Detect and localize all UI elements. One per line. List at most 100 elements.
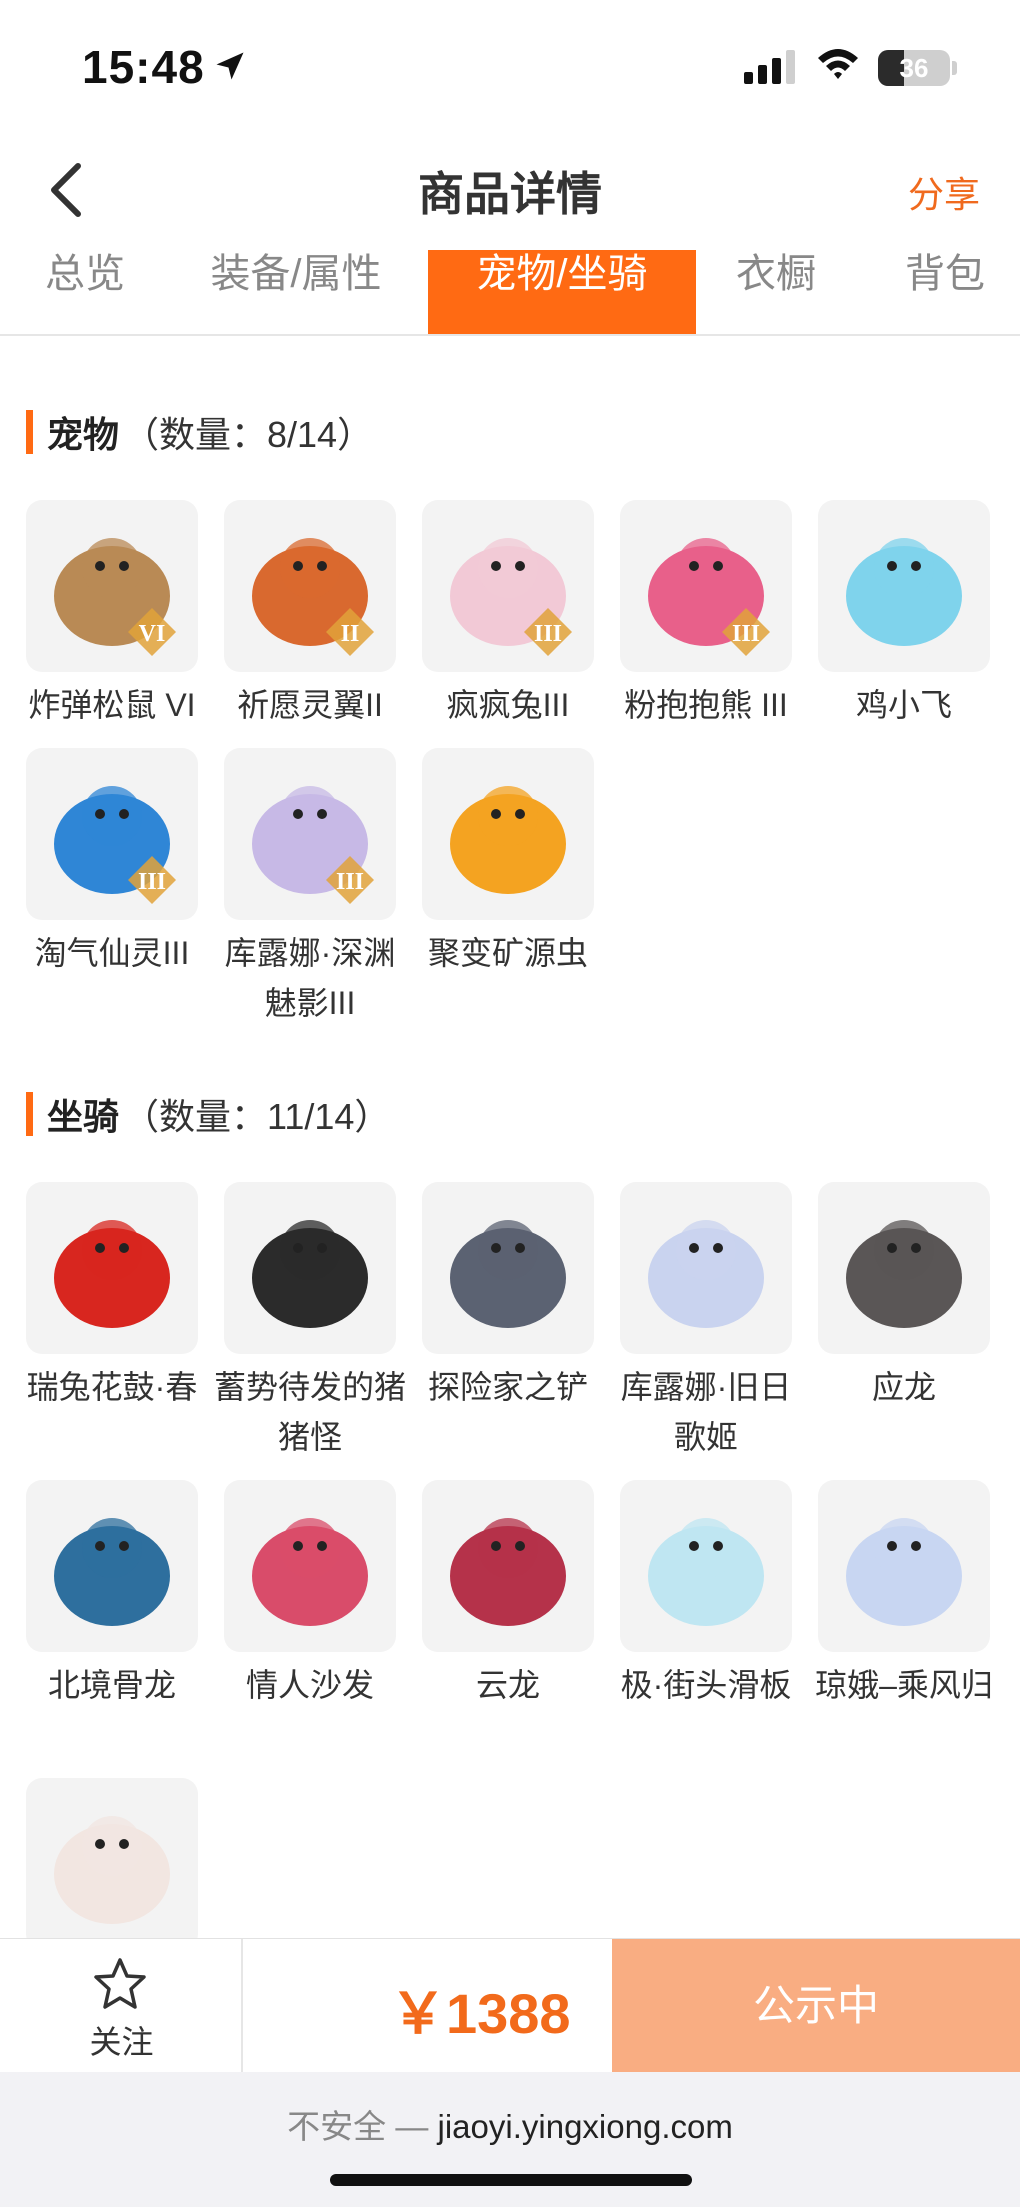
mount-thumbnail-icon: [54, 1518, 170, 1626]
pet-name: 库露娜·深渊魅影III: [224, 935, 396, 1021]
follow-label: 关注: [89, 2024, 154, 2060]
nav-bar: 商品详情 分享: [0, 140, 1020, 240]
mount-thumbnail-icon: [450, 1518, 566, 1626]
mount-item[interactable]: 北境骨龙: [26, 1480, 198, 1710]
tab-overview[interactable]: 总览: [30, 250, 140, 334]
mount-name: 应龙: [871, 1369, 936, 1405]
tier-badge-label: III: [534, 621, 562, 647]
mount-thumbnail-icon: [252, 1518, 368, 1626]
pet-name: 鸡小飞: [855, 687, 952, 723]
follow-button[interactable]: 关注: [0, 1939, 243, 2073]
mounts-section-title: 坐骑: [47, 1096, 120, 1137]
pet-thumbnail: III: [620, 500, 792, 672]
mount-thumbnail-icon: [846, 1518, 962, 1626]
mount-item[interactable]: 蓄势待发的猪猪怪: [214, 1182, 406, 1462]
status-bar: 15:48 36: [0, 0, 1020, 130]
tier-badge-label: II: [341, 621, 360, 647]
pet-thumbnail: VI: [26, 500, 198, 672]
mount-thumbnail-icon: [648, 1518, 764, 1626]
url-text[interactable]: 不安全 — jiaoyi.yingxiong.com: [0, 2100, 1020, 2148]
mount-thumbnail: [422, 1182, 594, 1354]
tab-backpack[interactable]: 背包: [890, 250, 1000, 334]
mount-name: 探险家之铲: [427, 1369, 588, 1405]
pet-thumbnail: II: [224, 500, 396, 672]
mount-name: 情人沙发: [245, 1667, 374, 1703]
pet-item[interactable]: III 粉抱抱熊 III: [620, 500, 792, 730]
pet-thumbnail-icon: III: [648, 538, 770, 656]
tier-badge-label: III: [336, 869, 364, 895]
star-icon: [94, 1958, 146, 2009]
pets-section-header: 宠物 （数量：8/14）: [26, 409, 373, 455]
mount-item[interactable]: 情人沙发: [224, 1480, 396, 1710]
mounts-count: （数量：11/14）: [123, 1096, 391, 1137]
mount-name: 极·街头滑板: [620, 1667, 792, 1703]
mount-item[interactable]: 探险家之铲: [422, 1182, 594, 1412]
mount-thumbnail-icon: [450, 1220, 566, 1328]
section-accent-bar: [26, 1092, 33, 1136]
mount-name: 云龙: [475, 1667, 540, 1703]
mount-thumbnail: [818, 1480, 990, 1652]
tier-badge-label: III: [138, 869, 166, 895]
mount-name: 蓄势待发的猪猪怪: [213, 1369, 406, 1455]
mount-thumbnail: [620, 1480, 792, 1652]
tab-pets-mounts[interactable]: 宠物/坐骑: [428, 250, 696, 334]
tab-bar: 总览 装备/属性 宠物/坐骑 衣橱 背包: [0, 250, 1020, 336]
mount-thumbnail-icon: [252, 1220, 368, 1328]
status-time: 15:48: [82, 41, 205, 93]
pet-item[interactable]: 聚变矿源虫: [422, 748, 594, 978]
url-domain: jiaoyi.yingxiong.com: [437, 2108, 733, 2145]
pets-section-title: 宠物: [47, 414, 120, 455]
pet-item[interactable]: III 疯疯兔III: [422, 500, 594, 730]
mount-thumbnail: [224, 1480, 396, 1652]
mount-thumbnail: [26, 1480, 198, 1652]
pet-name: 粉抱抱熊 III: [624, 687, 788, 723]
pet-thumbnail: [818, 500, 990, 672]
pets-count: （数量：8/14）: [123, 414, 374, 455]
pet-thumbnail: III: [224, 748, 396, 920]
mount-item[interactable]: 瑞兔花鼓·春: [26, 1182, 198, 1412]
mount-thumbnail-icon: [648, 1220, 764, 1328]
pet-item[interactable]: III 淘气仙灵III: [26, 748, 198, 978]
pet-name: 聚变矿源虫: [427, 935, 588, 971]
mount-thumbnail: [26, 1778, 198, 1950]
pet-item[interactable]: VI 炸弹松鼠 VI: [26, 500, 198, 730]
browser-url-bar[interactable]: 不安全 — jiaoyi.yingxiong.com: [0, 2072, 1020, 2207]
pet-item[interactable]: 鸡小飞: [818, 500, 990, 730]
pet-thumbnail-icon: II: [252, 538, 374, 656]
mount-thumbnail: [422, 1480, 594, 1652]
mount-thumbnail: [818, 1182, 990, 1354]
mount-item[interactable]: 库露娜·旧日歌姬: [620, 1182, 792, 1462]
tab-wardrobe[interactable]: 衣橱: [726, 250, 826, 334]
cellular-signal-icon: [744, 50, 795, 84]
mount-thumbnail-icon: [54, 1220, 170, 1328]
pet-thumbnail-icon: III: [252, 786, 374, 904]
mount-thumbnail-icon: [846, 1220, 962, 1328]
pet-thumbnail-icon: [450, 786, 566, 894]
mount-item[interactable]: 极·街头滑板: [620, 1480, 792, 1710]
mount-item[interactable]: [26, 1778, 198, 1958]
mount-name: 琼娥–乘风归: [815, 1667, 993, 1703]
pet-thumbnail: III: [26, 748, 198, 920]
battery-indicator: 36: [878, 50, 950, 86]
mount-item[interactable]: 琼娥–乘风归: [815, 1480, 993, 1710]
pet-item[interactable]: III 库露娜·深渊魅影III: [224, 748, 396, 1028]
bottom-action-bar: 关注 ￥1388 公示中: [0, 1938, 1020, 2073]
mount-name: 北境骨龙: [47, 1667, 176, 1703]
price: ￥1388: [390, 1982, 571, 2045]
share-button[interactable]: 分享: [908, 166, 980, 218]
mounts-section-header: 坐骑 （数量：11/14）: [26, 1091, 390, 1137]
battery-level: 36: [899, 53, 929, 83]
pet-name: 炸弹松鼠 VI: [28, 687, 196, 723]
pet-thumbnail-icon: [846, 538, 962, 646]
mount-thumbnail: [224, 1182, 396, 1354]
public-notice-button[interactable]: 公示中: [612, 1939, 1020, 2073]
section-accent-bar: [26, 410, 33, 454]
mount-thumbnail: [26, 1182, 198, 1354]
pet-thumbnail-icon: III: [54, 786, 176, 904]
pet-name: 淘气仙灵III: [34, 935, 190, 971]
pet-item[interactable]: II 祈愿灵翼II: [224, 500, 396, 730]
tab-equipment[interactable]: 装备/属性: [196, 250, 396, 334]
mount-item[interactable]: 应龙: [818, 1182, 990, 1412]
mount-item[interactable]: 云龙: [422, 1480, 594, 1710]
pet-name: 祈愿灵翼II: [237, 687, 383, 723]
